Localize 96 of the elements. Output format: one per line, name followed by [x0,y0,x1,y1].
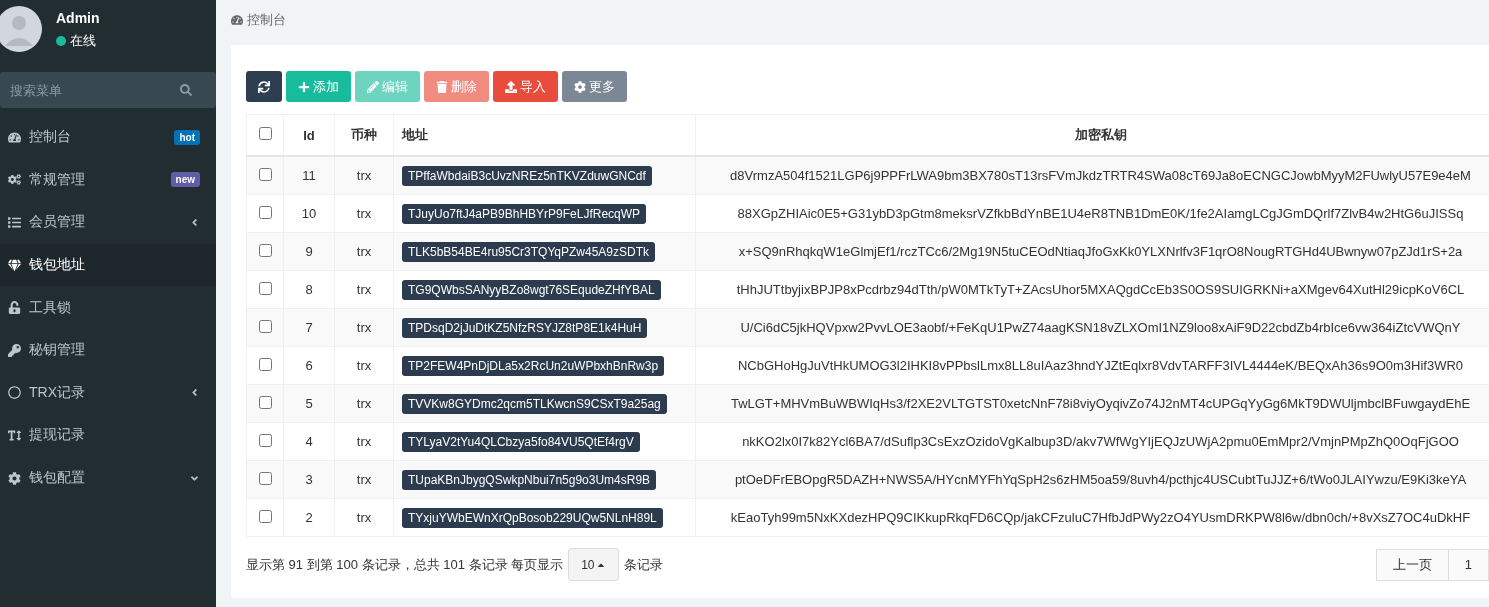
menu-badge: hot [174,129,200,145]
sidebar-item[interactable]: 钱包地址 [0,243,216,287]
dashboard-icon [231,14,243,26]
address-label: TJuyUo7ftJ4aPB9BhHBYrP9FeLJfRecqWP [402,204,647,224]
id-cell: 5 [305,396,313,411]
row-checkbox[interactable] [258,281,272,295]
status-text: 在线 [70,32,96,50]
address-label: TP2FEW4PnDjDLa5x2RcUn2uWPbxhBnRw3p [402,356,665,376]
diamond-icon [8,258,21,272]
records-summary: 显示第 91 到第 100 条记录，总共 101 条记录 每页显示 [246,555,564,574]
gears-icon [8,173,21,187]
upload-icon [505,80,517,93]
address-label: TPDsqD2jJuDtKZ5NfzRSYJZ8tP8E1k4HuH [402,318,648,338]
text-icon [8,428,21,442]
id-cell: 9 [305,244,313,259]
online-status-dot [56,36,66,46]
page-button[interactable]: 上一页 [1375,548,1449,581]
row-checkbox[interactable] [258,243,272,257]
address-label: TPffaWbdaiB3cUvzNREz5nTKVZduwGNCdf [402,166,652,186]
trash-icon [436,80,448,93]
records-suffix: 条记录 [624,555,664,574]
avatar [0,6,42,52]
id-cell: 4 [305,434,313,449]
select-all-checkbox[interactable] [258,127,272,140]
encrypted-key-cell: ptOeDFrEBOpgR5DAZH+NWS5A/HYcnMYFhYqSpH2s6zHM5oa59/8uvh4/pcthjc4USCubtTuJJZ+6/tWo0JLAIYwzu/E9Ki3keYA [734,472,1467,487]
address-label: TYLyaV2tYu4QLCbzya5fo84VU5QtEf4rgV [402,432,640,452]
sidebar-item[interactable]: 工具锁 [0,286,216,329]
encrypted-key-cell: 88XGpZHIAic0E5+G31ybD3pGtm8meksrVZfkbBdYnBE1U4eR8TNB1DmE0K/1fe2AIamgLCgJGmDQrlf7ZlvB4w2HtG6uJISSq [737,206,1464,221]
settings-icon [8,471,21,485]
encrypted-key-cell: NCbGHoHgJuVtHkUMOG3l2IHKI8vPPbslLmx8LL8uIAaz3hndYJZtEqlxr8VdvTARFF3IVL4444eK/BEQxAh36s9O0m3Hif3WR0 [737,358,1464,373]
id-cell: 7 [305,320,313,335]
encrypted-key-cell: kEaoTyh99m5NxKXdezHPQ9CIKkupRkqFD6CQp/jakCFzuluC7HfbJdPWy2zO4YUsmDRKPW8l6w/dbn0ch/+8vXsZ7OC4uDkHF [730,510,1471,525]
refresh-button[interactable] [246,71,282,102]
sidebar-item[interactable]: 控制台 hot [0,116,216,159]
column-header: 加密私钥 [1074,127,1127,142]
page-button[interactable]: 1 [1447,548,1489,581]
coin-cell: trx [356,244,372,259]
address-label: TVVKw8GYDmc2qcm5TLKwcnS9CSxT9a25ag [402,394,667,414]
encrypted-key-cell: tHhJUTtbyjixBPJP8xPcdrbz94dTth/pW0MTkTyT+ZAcsUhor5MXAQgdCcEb3S0OS9SUIGRKNi+aXMgev64XutHl29icpKoV6CL [736,282,1465,297]
sidebar-item[interactable]: 钱包配置 [0,456,216,500]
menu-badge: new [170,172,200,188]
coin-cell: trx [356,282,372,297]
id-cell: 8 [305,282,313,297]
row-checkbox[interactable] [258,205,272,219]
encrypted-key-cell: x+SQ9nRhqkqW1eGlmjEf1/rczTCc6/2Mg19N5tuCEOdNtiaqJfoGxKk0YLXNrlfv3F1qrO8NougRTGHd4UBwnyw07pZJd1rS+2a [738,244,1463,259]
coin-cell: trx [356,168,372,183]
more-button[interactable]: 更多 [562,71,627,102]
row-checkbox[interactable] [258,357,272,371]
id-cell: 10 [301,206,317,221]
encrypted-key-cell: d8VrmzA504f1521LGP6j9PPFrLWA9bm3BX780sT13rsFVmJkdzTRTR4SWa08cT69Ja8oECNGCJowbMyyM2FUwlyU57E9e4eM [730,168,1471,183]
address-label: TG9QWbsSANyyBZo8wgt76SEqudeZHfYBAL [402,280,661,300]
sidebar-item[interactable]: 常规管理 new [0,158,216,202]
encrypted-key-cell: TwLGT+MHVmBuWBWIqHs3/f2XE2VLTGTST0xetcNnF78i8viyOyqivZo74J2nMT4cUPGqYyGg6MkT9DWUljmbclBFuwgaydEhE [730,396,1471,411]
sidebar-item[interactable]: 秘钥管理 [0,328,216,372]
search-icon [180,84,192,96]
breadcrumb-link[interactable]: 控制台 [247,11,286,29]
id-cell: 2 [305,510,313,525]
row-checkbox[interactable] [258,319,272,333]
coin-cell: trx [356,510,372,525]
sidebar-item[interactable]: 会员管理 [0,201,216,244]
pencil-icon [367,80,379,93]
coin-cell: trx [356,206,372,221]
key-icon [8,343,21,357]
coin-cell: trx [356,358,372,373]
settings-icon [574,80,586,93]
row-checkbox[interactable] [258,167,272,181]
coin-cell: trx [356,472,372,487]
column-header: Id [303,127,315,143]
column-header: 地址 [402,127,428,142]
row-checkbox[interactable] [258,433,272,447]
id-cell: 6 [305,358,313,373]
coin-cell: trx [356,434,372,449]
page-size-dropdown[interactable]: 10 [568,548,620,581]
coin-cell: trx [356,320,372,335]
search-field[interactable]: 搜索菜单 [0,72,216,108]
row-checkbox[interactable] [258,395,272,409]
refresh-icon [258,80,270,93]
address-label: TUpaKBnJbygQSwkpNbui7n5g9o3Um4sR9B [402,470,657,490]
sidebar-item[interactable]: 提现记录 [0,414,216,457]
coin-cell: trx [356,396,372,411]
unlocked-padlock-icon [8,301,21,315]
id-cell: 11 [302,168,316,183]
column-header: 币种 [351,127,377,142]
user-name: Admin [56,10,100,26]
address-label: TYxjuYWbEWnXrQpBosob229UQw5NLnH89L [402,508,663,528]
encrypted-key-cell: nkKO2lx0I7k82Ycl6BA7/dSuflp3CsExzOzidoVgKalbup3D/akv7WfWgYIjEQJzUWjA2pmu0EmMpr2/VmjnPMpZhQ0OqFjGOO [742,434,1459,449]
dashboard-icon [8,130,21,144]
row-checkbox[interactable] [258,509,272,523]
row-checkbox[interactable] [258,471,272,485]
list-icon [8,216,21,229]
plus-icon [298,80,310,93]
id-cell: 3 [305,472,313,487]
address-label: TLK5bB54BE4ru95Cr3TQYqPZw45A9zSDTk [402,242,655,262]
sidebar-item[interactable]: TRX记录 [0,371,216,415]
import-button[interactable]: 导入 [493,71,558,102]
encrypted-key-cell: U/Ci6dC5jkHQVpxw2PvvLOE3aobf/+FeKqU1PwZ74aagKSN18vZLXOmI1NZ9loo8xAiF9D22cbdZb4rbIce6vw364iZtcVWQnY [740,320,1461,335]
